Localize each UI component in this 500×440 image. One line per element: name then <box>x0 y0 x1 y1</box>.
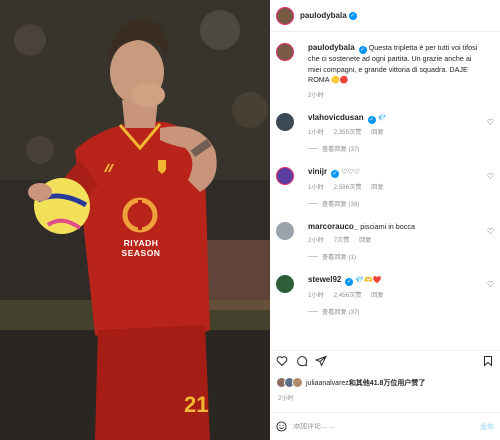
emoji-smile-icon[interactable] <box>276 421 287 432</box>
view-replies-button[interactable]: 查看回复 (37) <box>308 307 486 316</box>
share-icon[interactable] <box>315 355 327 367</box>
heart-icon[interactable]: ♡ <box>487 280 494 289</box>
post-actions <box>270 350 500 373</box>
view-replies-button[interactable]: 查看回复 (39) <box>308 199 486 208</box>
comment-meta: 1小时 2,456次赞 回复 <box>308 290 486 299</box>
comment-icon[interactable] <box>296 355 308 367</box>
author-username[interactable]: paulodybala <box>300 11 347 20</box>
view-replies-button[interactable]: 查看回复 (37) <box>308 144 486 153</box>
comment-likes[interactable]: 2,456次赞 <box>334 292 362 299</box>
comment-meta: 1小时 2,596次赞 回复 <box>308 182 486 191</box>
comment-text: pisciami in bocca <box>360 221 415 231</box>
bookmark-icon[interactable] <box>482 355 494 367</box>
comment-time[interactable]: 1小时 <box>308 184 324 191</box>
comment-body: vlahovicdusan ✓ 💎 <box>308 113 486 125</box>
jersey-sponsor-line2: SEASON <box>121 248 161 258</box>
comment-time[interactable]: 1小时 <box>308 292 324 299</box>
jersey-sponsor-line1: RIYADH <box>123 238 159 248</box>
comment-input[interactable] <box>293 423 453 430</box>
comment-text: 💎🫶❤️ <box>355 277 382 284</box>
commenter-avatar[interactable] <box>276 167 294 185</box>
comments-list[interactable]: paulodybala ✓ Questa tripletta è per tut… <box>270 33 500 345</box>
comment-likes[interactable]: 7次赞 <box>334 237 350 244</box>
verified-badge-icon: ✓ <box>367 115 376 124</box>
comment-item: marcorauco_ pisciami in bocca 2小时 7次赞 回复… <box>270 221 500 261</box>
commenter-username[interactable]: stewel92 <box>308 275 341 284</box>
comment-body: vinijr ✓ ♡♡♡ <box>308 167 486 179</box>
jersey-number: 21 <box>184 392 209 417</box>
reply-button[interactable]: 回复 <box>371 184 383 191</box>
comment-time[interactable]: 2小时 <box>308 237 324 244</box>
comment-item: stewel92 ✓ 💎🫶❤️ 1小时 2,456次赞 回复 查看回复 (37)… <box>270 275 500 316</box>
comment-text: 💎 <box>377 114 387 122</box>
add-comment-bar: 发布 <box>270 412 500 440</box>
post-comment-button[interactable]: 发布 <box>480 422 494 432</box>
commenter-avatar[interactable] <box>276 112 294 131</box>
player-illustration <box>0 0 270 440</box>
likes-summary: juliaanalvarez和其他41.8万位用户赞了 <box>276 377 494 388</box>
comment-body: stewel92 ✓ 💎🫶❤️ <box>308 275 486 287</box>
commenter-username[interactable]: vinijr <box>308 167 327 176</box>
verified-badge-icon: ✓ <box>331 170 340 178</box>
instagram-post-modal: RIYADH SEASON 21 paulodybala ✓ paulodyba… <box>0 0 500 440</box>
post-header: paulodybala ✓ <box>270 0 500 32</box>
liker-avatar <box>292 377 303 388</box>
view-replies-button[interactable]: 查看回复 (1) <box>308 252 486 261</box>
heart-icon[interactable]: ♡ <box>487 227 494 236</box>
comment-likes[interactable]: 2,596次赞 <box>334 184 362 191</box>
comment-time[interactable]: 1小时 <box>308 129 324 136</box>
likes-count-text: 和其他41.8万位用户赞了 <box>348 379 426 387</box>
verified-badge-icon: ✓ <box>358 46 367 54</box>
post-caption: paulodybala ✓ Questa tripletta è per tut… <box>270 43 500 99</box>
reply-button[interactable]: 回复 <box>359 237 371 244</box>
likes-text[interactable]: juliaanalvarez和其他41.8万位用户赞了 <box>306 378 425 388</box>
caption-username[interactable]: paulodybala <box>308 43 355 52</box>
post-photo[interactable]: RIYADH SEASON 21 <box>0 0 270 440</box>
reply-button[interactable]: 回复 <box>371 129 383 136</box>
commenter-username[interactable]: marcorauco_ <box>308 222 358 231</box>
verified-badge-icon: ✓ <box>348 11 357 20</box>
comment-meta: 1小时 2,355次赞 回复 <box>308 127 486 136</box>
post-sidebar: paulodybala ✓ paulodybala ✓ Questa tripl… <box>270 0 500 440</box>
comment-meta: 2小时 7次赞 回复 <box>308 235 486 244</box>
caption-emojis: 🟡🔴 <box>331 77 349 84</box>
author-avatar[interactable] <box>276 6 294 25</box>
caption-body: paulodybala ✓ Questa tripletta è per tut… <box>308 43 486 87</box>
jersey-sponsor: RIYADH SEASON <box>118 238 164 258</box>
reply-button[interactable]: 回复 <box>371 292 383 299</box>
verified-badge-icon: ✓ <box>345 278 354 286</box>
post-time[interactable]: 2小时 <box>278 393 293 402</box>
caption-avatar[interactable] <box>276 43 294 61</box>
caption-time[interactable]: 2小时 <box>308 92 324 99</box>
comment-body: marcorauco_ pisciami in bocca <box>308 222 486 233</box>
comment-text: ♡♡♡ <box>341 169 360 176</box>
like-heart-icon[interactable] <box>276 355 288 367</box>
commenter-avatar[interactable] <box>276 221 294 240</box>
heart-icon[interactable]: ♡ <box>487 172 494 181</box>
liker-username[interactable]: juliaanalvarez <box>306 380 349 387</box>
comment-item: vlahovicdusan ✓ 💎 1小时 2,355次赞 回复 查看回复 (3… <box>270 112 500 153</box>
comment-item: vinijr ✓ ♡♡♡ 1小时 2,596次赞 回复 查看回复 (39) ♡ <box>270 167 500 208</box>
caption-meta: 2小时 <box>308 90 486 99</box>
commenter-username[interactable]: vlahovicdusan <box>308 113 364 122</box>
commenter-avatar[interactable] <box>276 275 294 293</box>
comment-likes[interactable]: 2,355次赞 <box>334 129 362 136</box>
heart-icon[interactable]: ♡ <box>487 118 494 127</box>
